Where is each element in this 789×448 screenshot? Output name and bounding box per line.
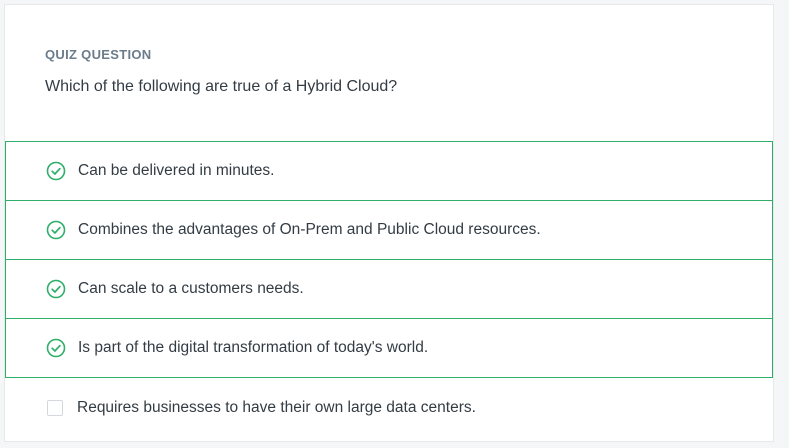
quiz-label: QUIZ QUESTION: [45, 47, 152, 62]
answer-option-2[interactable]: Combines the advantages of On-Prem and P…: [5, 200, 773, 260]
answer-option-4[interactable]: Is part of the digital transformation of…: [5, 318, 773, 378]
answer-label: Can scale to a customers needs.: [78, 280, 304, 297]
answer-label: Combines the advantages of On-Prem and P…: [78, 221, 541, 238]
answer-label: Is part of the digital transformation of…: [78, 339, 429, 356]
check-circle-icon: [46, 279, 66, 299]
check-circle-icon: [46, 338, 66, 358]
answer-option-1[interactable]: Can be delivered in minutes.: [5, 141, 773, 201]
answer-label: Requires businesses to have their own la…: [77, 399, 476, 416]
check-circle-icon: [46, 161, 66, 181]
answer-option-5[interactable]: Requires businesses to have their own la…: [5, 378, 773, 438]
checkbox-empty-icon[interactable]: [45, 398, 65, 418]
answer-label: Can be delivered in minutes.: [78, 162, 275, 179]
check-circle-icon: [46, 220, 66, 240]
quiz-card: QUIZ QUESTION Which of the following are…: [4, 4, 774, 442]
answer-option-3[interactable]: Can scale to a customers needs.: [5, 259, 773, 319]
answer-list: Can be delivered in minutes. Combines th…: [5, 141, 773, 438]
quiz-question: Which of the following are true of a Hyb…: [45, 78, 398, 95]
